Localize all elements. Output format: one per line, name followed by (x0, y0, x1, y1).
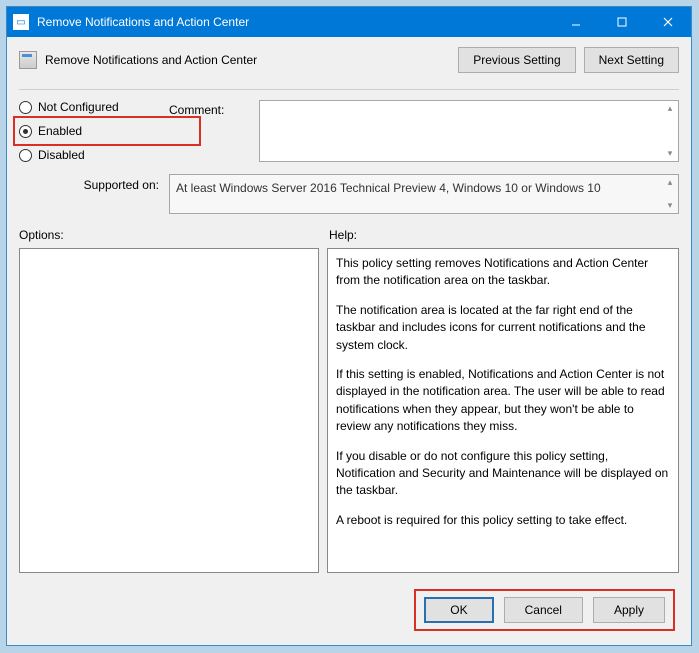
minimize-button[interactable] (553, 7, 599, 37)
cancel-button[interactable]: Cancel (504, 597, 583, 623)
next-setting-button[interactable]: Next Setting (584, 47, 679, 73)
footer-buttons-highlight: OK Cancel Apply (414, 589, 675, 631)
app-icon: ▭ (13, 14, 29, 30)
policy-title: Remove Notifications and Action Center (45, 53, 257, 67)
close-button[interactable] (645, 7, 691, 37)
state-radio-group: Not Configured Enabled Disabled (19, 100, 169, 162)
titlebar: ▭ Remove Notifications and Action Center (7, 7, 691, 37)
options-pane (19, 248, 319, 573)
radio-label: Enabled (38, 124, 82, 138)
radio-icon (19, 101, 32, 114)
help-pane: This policy setting removes Notification… (327, 248, 679, 573)
content-area: Remove Notifications and Action Center P… (7, 37, 691, 645)
radio-icon (19, 149, 32, 162)
scroll-indicator: ▴▾ (664, 177, 676, 211)
apply-button[interactable]: Apply (593, 597, 665, 623)
supported-on-value: At least Windows Server 2016 Technical P… (176, 181, 601, 195)
window-title: Remove Notifications and Action Center (37, 15, 553, 29)
policy-editor-window: ▭ Remove Notifications and Action Center… (6, 6, 692, 646)
scroll-indicator: ▴▾ (664, 103, 676, 159)
options-label: Options: (19, 228, 329, 242)
help-paragraph: If you disable or do not configure this … (336, 448, 670, 500)
help-paragraph: A reboot is required for this policy set… (336, 512, 670, 529)
comment-label: Comment: (169, 103, 224, 117)
supported-on-box: At least Windows Server 2016 Technical P… (169, 174, 679, 214)
comment-textarea[interactable]: ▴▾ (259, 100, 679, 162)
radio-icon (19, 125, 32, 138)
radio-label: Disabled (38, 148, 85, 162)
help-paragraph: If this setting is enabled, Notification… (336, 366, 670, 436)
help-paragraph: This policy setting removes Notification… (336, 255, 670, 290)
help-paragraph: The notification area is located at the … (336, 302, 670, 354)
ok-button[interactable]: OK (424, 597, 493, 623)
radio-label: Not Configured (38, 100, 119, 114)
divider (19, 89, 679, 90)
radio-not-configured[interactable]: Not Configured (19, 100, 169, 114)
help-label: Help: (329, 228, 357, 242)
previous-setting-button[interactable]: Previous Setting (458, 47, 575, 73)
policy-icon (19, 51, 37, 69)
supported-on-label: Supported on: (19, 174, 169, 214)
maximize-button[interactable] (599, 7, 645, 37)
radio-disabled[interactable]: Disabled (19, 148, 169, 162)
radio-enabled[interactable]: Enabled (19, 124, 169, 138)
